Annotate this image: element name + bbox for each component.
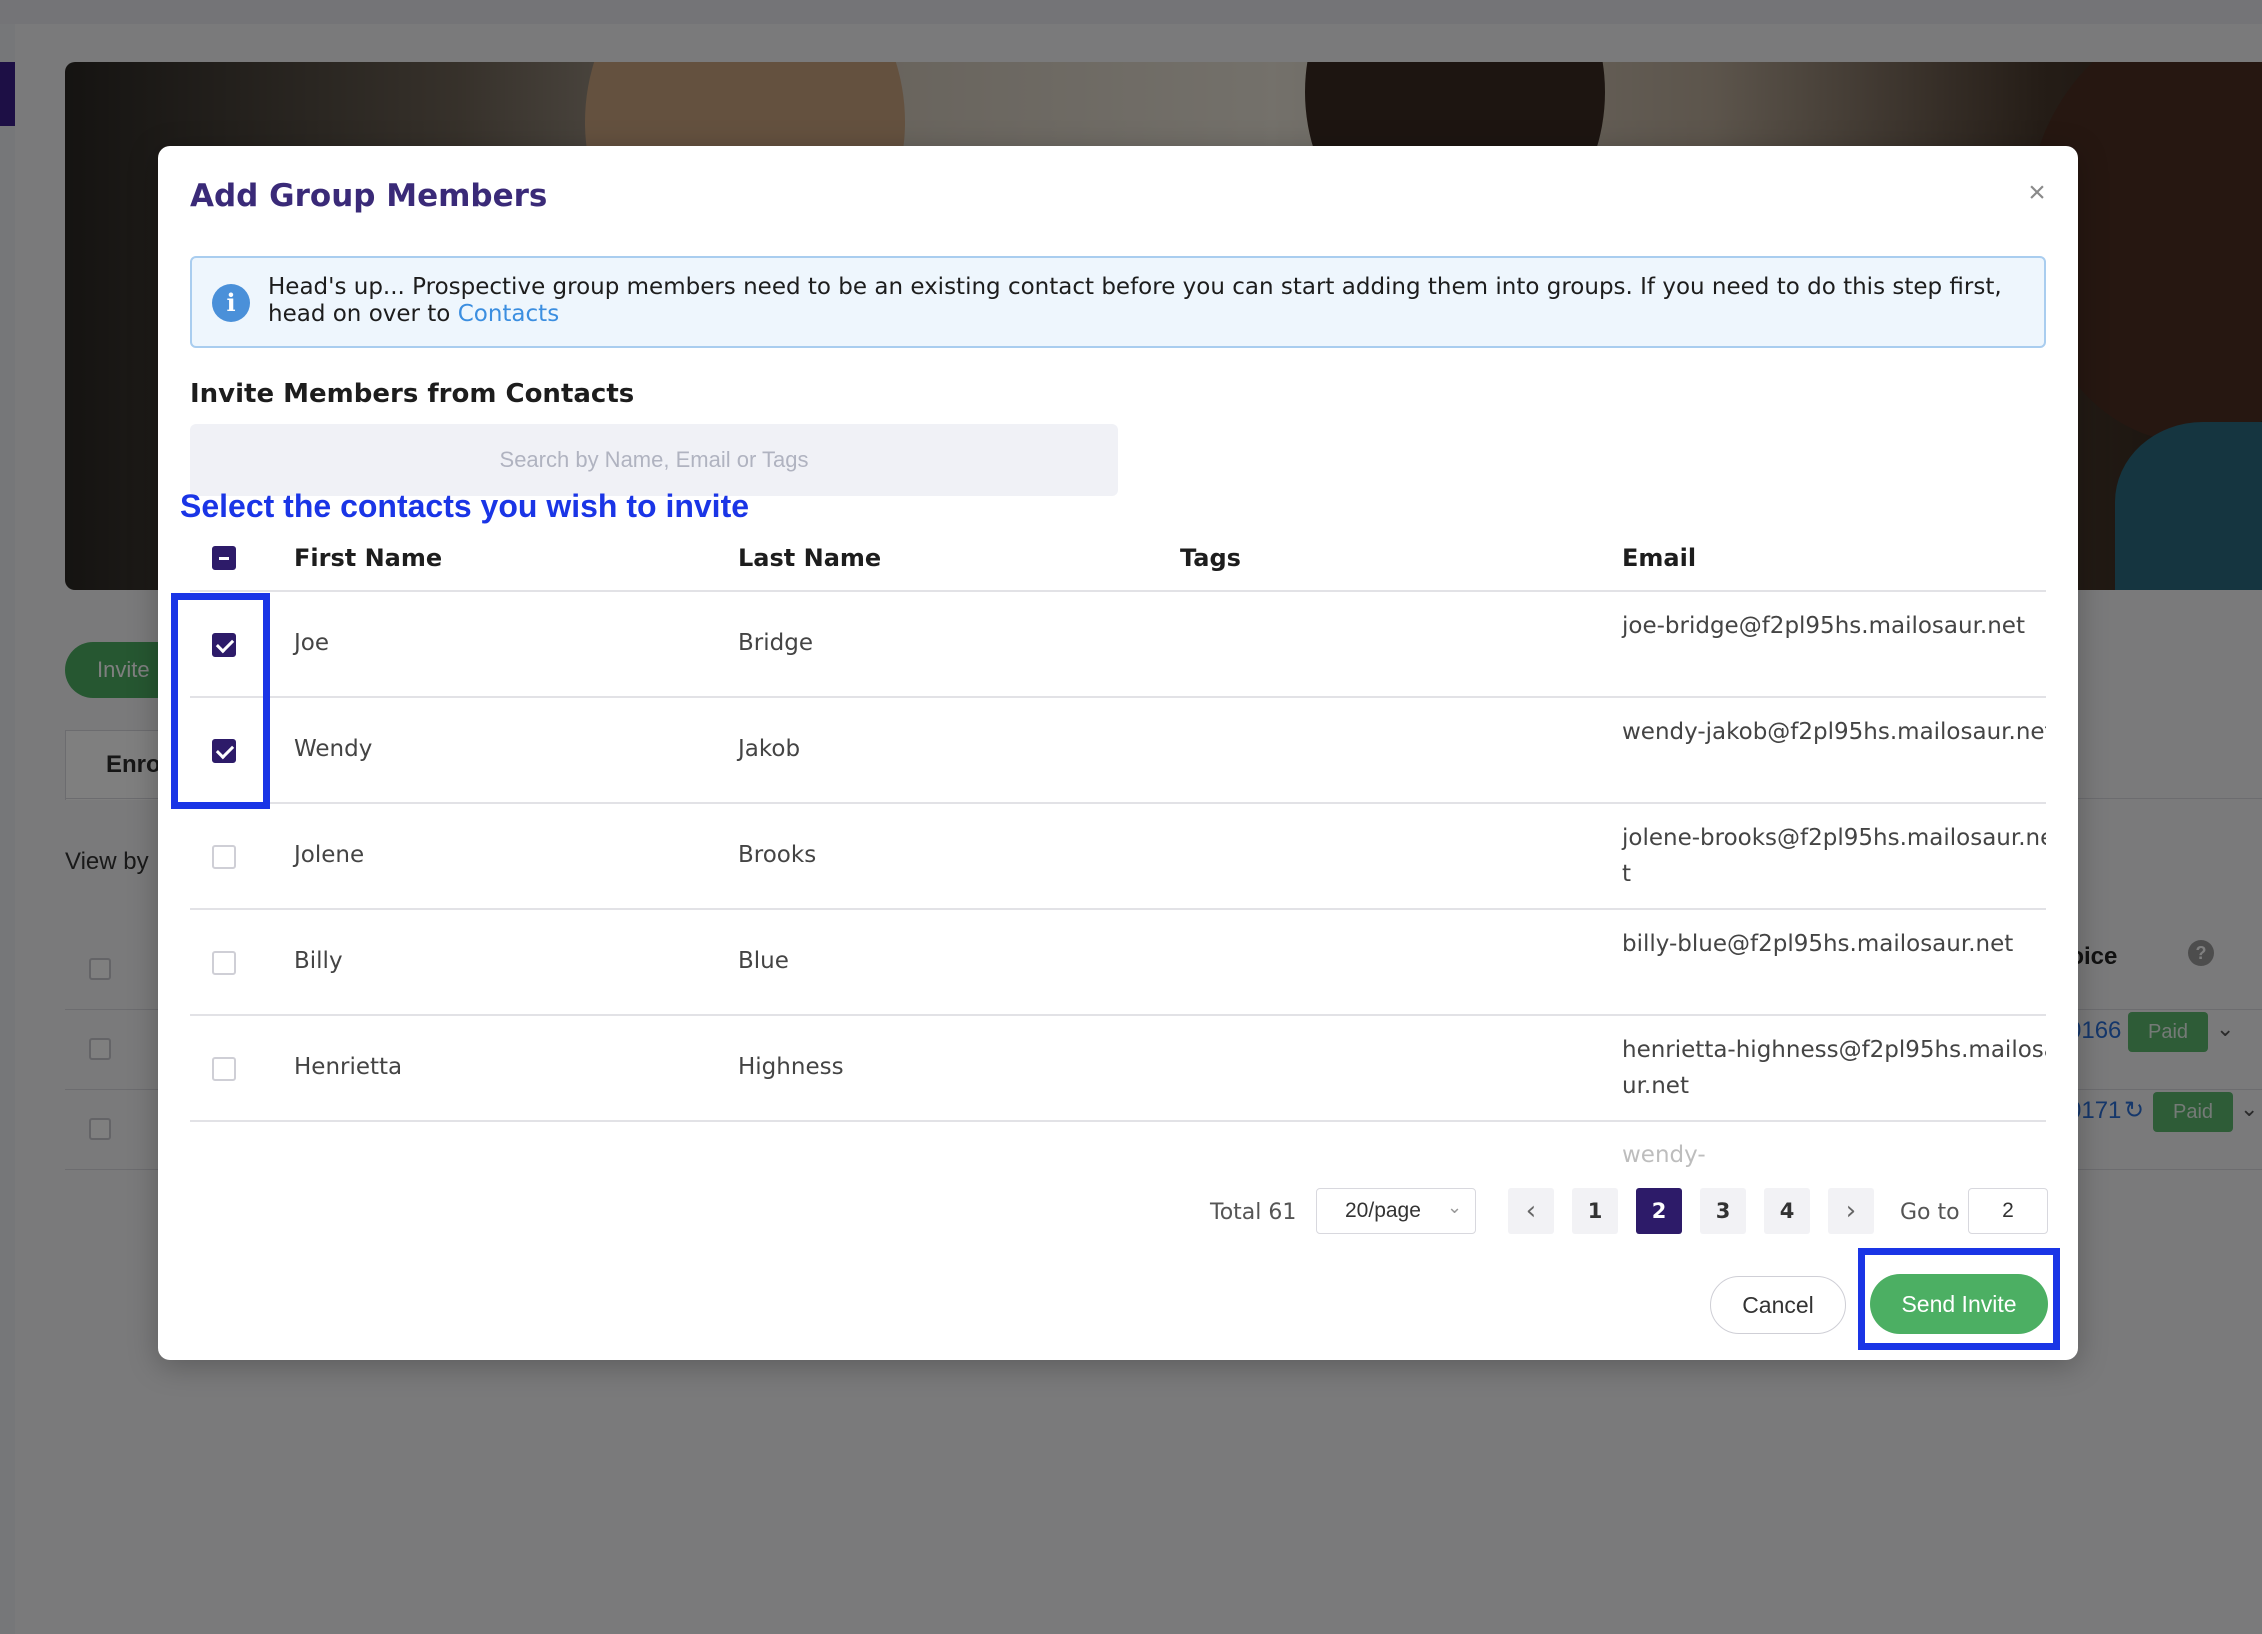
- goto-label: Go to: [1900, 1200, 1960, 1225]
- row-checkbox[interactable]: [212, 1057, 236, 1081]
- contacts-link[interactable]: Contacts: [458, 301, 559, 327]
- next-page-button[interactable]: ›: [1828, 1188, 1874, 1234]
- alert-message: Head's up... Prospective group members n…: [268, 274, 2028, 328]
- cancel-button[interactable]: Cancel: [1710, 1276, 1846, 1334]
- last-name-cell: Highness: [738, 1054, 844, 1080]
- last-name-cell: Bridge: [738, 630, 813, 656]
- email-cell: joe-bridge@f2pl95hs.mailosaur.net: [1622, 613, 2025, 639]
- first-name-cell: Joe: [294, 630, 330, 656]
- table-row[interactable]: Billy Blue billy-blue@f2pl95hs.mailosaur…: [190, 910, 2046, 1016]
- prev-page-button[interactable]: ‹: [1508, 1188, 1554, 1234]
- add-group-members-modal: Add Group Members × i Head's up... Prosp…: [158, 146, 2078, 1360]
- header-email[interactable]: Email: [1622, 544, 1696, 572]
- email-cell: henrietta-highness@f2pl95hs.mailosaur.ne…: [1622, 1037, 2046, 1099]
- contacts-table-header: First Name Last Name Tags Email: [190, 536, 2046, 592]
- page-button-2[interactable]: 2: [1636, 1188, 1682, 1234]
- modal-title: Add Group Members: [190, 178, 548, 214]
- info-alert: i Head's up... Prospective group members…: [190, 256, 2046, 348]
- page-size-select[interactable]: 20/page ⌄: [1316, 1188, 1476, 1234]
- search-input[interactable]: [190, 424, 1118, 496]
- last-name-cell: Brooks: [738, 842, 817, 868]
- header-last-name[interactable]: Last Name: [738, 544, 881, 572]
- goto-page-input[interactable]: [1968, 1188, 2048, 1234]
- total-count: Total 61: [1210, 1200, 1297, 1225]
- email-cell: wendy-jakob@f2pl95hs.mailosaur.net: [1622, 719, 2046, 745]
- header-tags[interactable]: Tags: [1180, 544, 1241, 572]
- first-name-cell: Billy: [294, 948, 343, 974]
- chevron-down-icon: ⌄: [1447, 1197, 1463, 1217]
- table-row[interactable]: Henrietta Highness henrietta-highness@f2…: [190, 1016, 2046, 1122]
- email-cell: billy-blue@f2pl95hs.mailosaur.net: [1622, 931, 2014, 957]
- row-checkbox[interactable]: [212, 845, 236, 869]
- header-first-name[interactable]: First Name: [294, 544, 442, 572]
- table-row[interactable]: Wendy Jakob wendy-jakob@f2pl95hs.mailosa…: [190, 698, 2046, 804]
- send-invite-highlight-box: [1858, 1248, 2060, 1350]
- row-checkbox[interactable]: [212, 951, 236, 975]
- email-cell: jolene-brooks@f2pl95hs.mailosaur.net: [1622, 825, 2046, 887]
- page-button-1[interactable]: 1: [1572, 1188, 1618, 1234]
- page-button-4[interactable]: 4: [1764, 1188, 1810, 1234]
- last-name-cell: Blue: [738, 948, 789, 974]
- page-button-3[interactable]: 3: [1700, 1188, 1746, 1234]
- instruction-annotation: Select the contacts you wish to invite: [180, 488, 750, 524]
- close-icon[interactable]: ×: [2020, 176, 2054, 210]
- first-name-cell: Henrietta: [294, 1054, 403, 1080]
- email-cell: wendy-: [1622, 1142, 1706, 1168]
- first-name-cell: Wendy: [294, 736, 373, 762]
- table-row[interactable]: Joe Bridge joe-bridge@f2pl95hs.mailosaur…: [190, 592, 2046, 698]
- table-row[interactable]: Jolene Brooks jolene-brooks@f2pl95hs.mai…: [190, 804, 2046, 910]
- page-size-value: 20/page: [1345, 1199, 1421, 1222]
- first-name-cell: Jolene: [294, 842, 365, 868]
- last-name-cell: Jakob: [738, 736, 801, 762]
- section-title: Invite Members from Contacts: [190, 379, 635, 409]
- select-all-checkbox[interactable]: [212, 546, 236, 570]
- checkbox-highlight-box: [171, 593, 270, 809]
- info-icon: i: [212, 284, 250, 322]
